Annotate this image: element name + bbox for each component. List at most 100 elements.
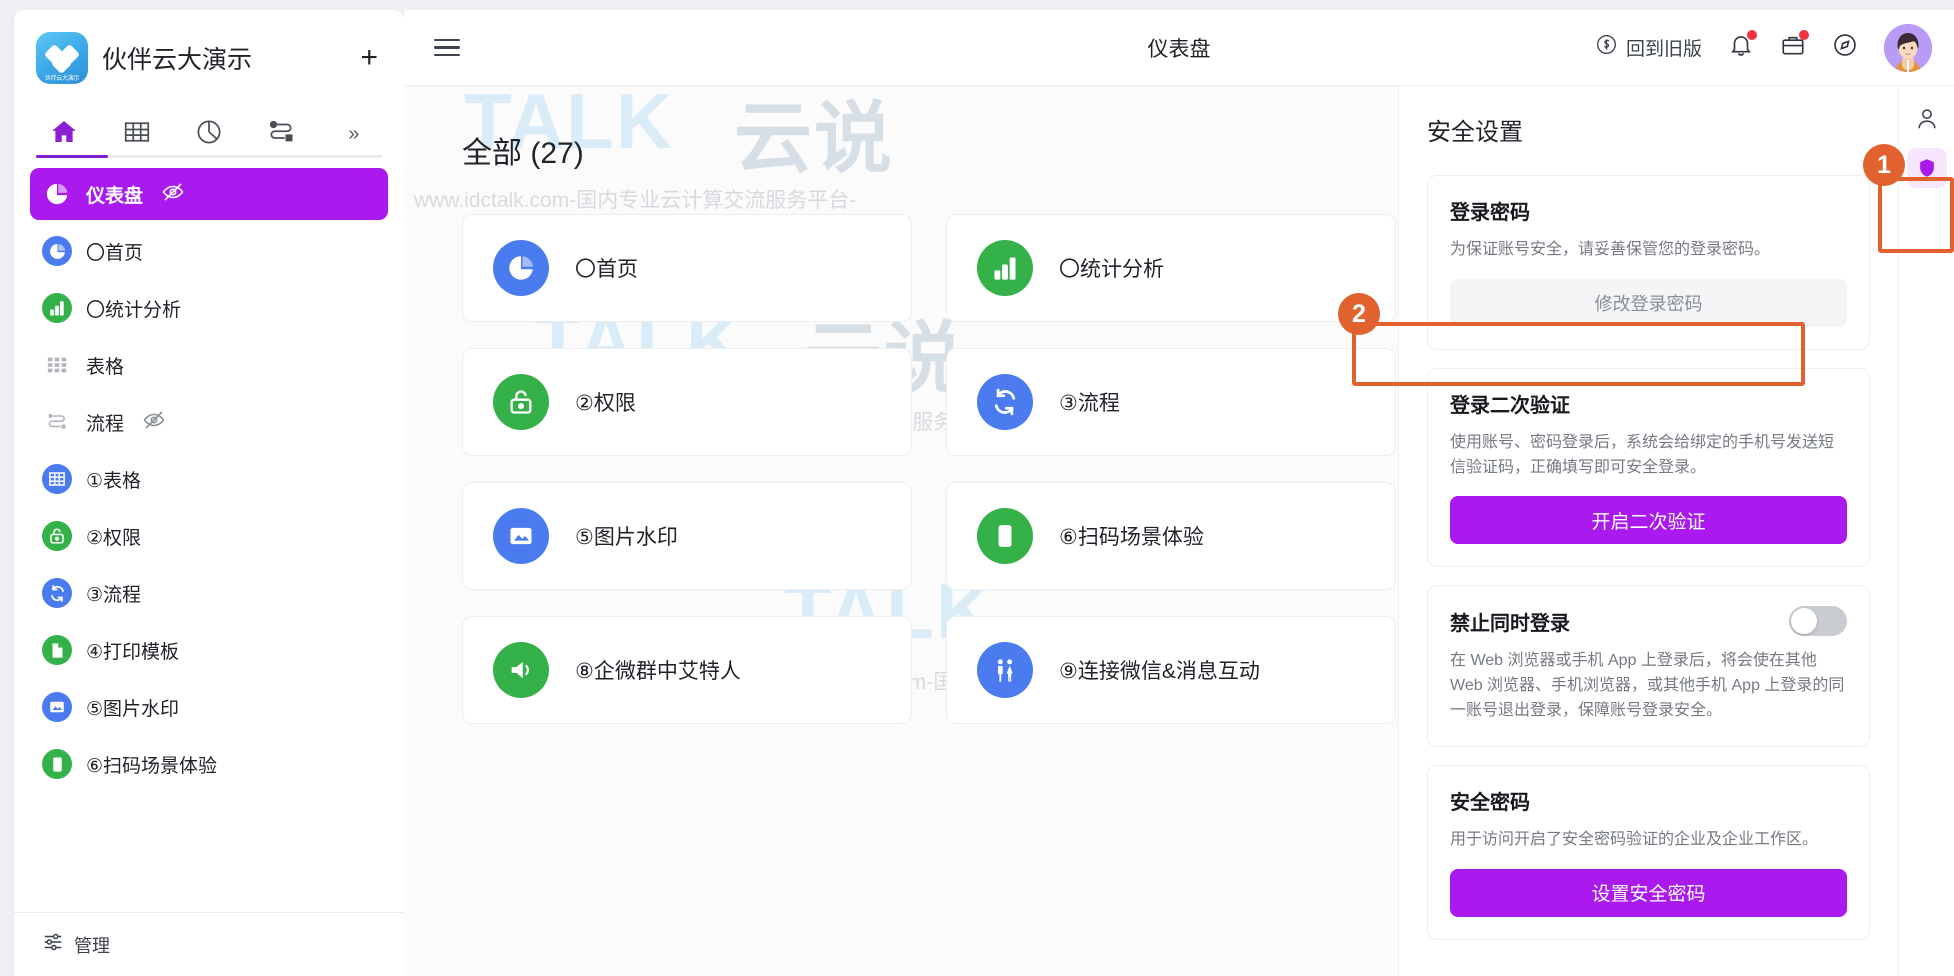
enable-two-factor-button[interactable]: 开启二次验证 (1450, 496, 1847, 545)
file-icon (42, 635, 72, 665)
bar-chart-icon (42, 293, 72, 323)
sidebar-item-table-1[interactable]: ①表格 (30, 453, 388, 505)
refresh-icon (977, 374, 1033, 430)
eye-off-icon (142, 408, 166, 437)
flow-tab[interactable] (245, 110, 317, 158)
workspace-logo-caption: 伙伴云大演示 (44, 76, 80, 82)
app-card-label: ⑨连接微信&消息互动 (1059, 660, 1260, 683)
pie-chart-icon (42, 179, 72, 209)
speaker-icon (493, 642, 549, 698)
sidebar-item-label: ⑥扫码场景体验 (86, 755, 218, 777)
security-card-title: 登录二次验证 (1450, 394, 1570, 417)
security-panel-title: 安全设置 (1427, 119, 1523, 146)
revert-icon (1595, 33, 1618, 62)
compass-icon (1832, 32, 1858, 63)
home-tab[interactable] (28, 110, 100, 158)
pie-chart-icon (42, 236, 72, 266)
sidebar-item-table-group[interactable]: 表格 (30, 339, 388, 391)
user-avatar[interactable] (1884, 23, 1932, 72)
hamburger-icon[interactable] (434, 34, 460, 62)
sidebar-tabs: » (14, 100, 404, 158)
workspace-header: 伙伴云大演示 伙伴云大演示 + (14, 10, 404, 100)
lock-icon (42, 521, 72, 551)
dashboard-tab[interactable] (173, 110, 245, 158)
app-card[interactable]: ⑤图片水印 (462, 482, 912, 590)
app-card-label: 〇首页 (575, 258, 638, 281)
grid-icon (122, 117, 152, 152)
security-card-desc: 用于访问开启了安全密码验证的企业及企业工作区。 (1450, 830, 1819, 848)
security-card-desc: 使用账号、密码登录后，系统会给绑定的手机号发送短信验证码，正确填写即可安全登录。 (1450, 433, 1835, 476)
sidebar-manage-button[interactable]: 管理 (14, 912, 404, 976)
bar-chart-icon (977, 240, 1033, 296)
app-card-label: ⑥扫码场景体验 (1059, 526, 1204, 549)
table-icon (42, 464, 72, 494)
back-to-old-version-button[interactable]: 回到旧版 (1595, 33, 1702, 62)
block-concurrent-login-toggle[interactable] (1789, 606, 1847, 637)
sidebar-item-flow-3[interactable]: ③流程 (30, 567, 388, 619)
apps-content: TALK 云说 www.idctalk.com-国内专业云计算交流服务平台- T… (404, 86, 1454, 976)
notifications-button[interactable] (1728, 30, 1757, 63)
sidebar-item-permission-2[interactable]: ②权限 (30, 510, 388, 562)
sidebar-item-label: 仪表盘 (86, 185, 144, 207)
sidebar-item-print-template-4[interactable]: ④打印模板 (30, 624, 388, 676)
more-tab[interactable]: » (318, 110, 390, 158)
sidebar-item-statistics[interactable]: 〇统计分析 (30, 282, 388, 334)
left-sidebar: 伙伴云大演示 伙伴云大演示 + » 仪表盘 〇首页 〇统计分析 表格 流程 ①表… (14, 10, 404, 976)
app-card-label: 〇统计分析 (1059, 258, 1164, 281)
change-login-password-button[interactable]: 修改登录密码 (1450, 278, 1847, 327)
sidebar-item-label: 流程 (86, 413, 125, 435)
app-card[interactable]: ②权限 (462, 348, 912, 456)
sidebar-item-label: 〇统计分析 (86, 299, 182, 321)
security-card-desc: 在 Web 浏览器或手机 App 上登录后，将会使在其他 Web 浏览器、手机浏… (1450, 652, 1845, 719)
sidebar-item-label: ④打印模板 (86, 641, 180, 663)
app-card-label: ③流程 (1059, 392, 1120, 415)
security-card-block-concurrent-login: 禁止同时登录 在 Web 浏览器或手机 App 上登录后，将会使在其他 Web … (1427, 585, 1870, 747)
app-card-label: ⑧企微群中艾特人 (575, 660, 741, 683)
notification-badge (1747, 30, 1757, 40)
app-card-label: ②权限 (575, 392, 636, 415)
flow-icon (266, 117, 296, 152)
person-icon[interactable] (1914, 106, 1940, 132)
set-secure-password-button[interactable]: 设置安全密码 (1450, 868, 1847, 917)
workbench-badge (1799, 30, 1809, 40)
app-card-label: ⑤图片水印 (575, 526, 678, 549)
app-card[interactable]: 〇统计分析 (946, 214, 1396, 322)
security-settings-panel: 安全设置 登录密码 为保证账号安全，请妥善保管您的登录密码。 修改登录密码 登录… (1398, 86, 1898, 976)
security-card-title: 登录密码 (1450, 202, 1530, 224)
mobile-icon (42, 749, 72, 779)
right-icon-rail (1898, 86, 1954, 976)
security-card-two-factor: 登录二次验证 使用账号、密码登录后，系统会给绑定的手机号发送短信验证码，正确填写… (1427, 367, 1870, 568)
app-card[interactable]: ⑧企微群中艾特人 (462, 616, 912, 724)
security-card-header: 禁止同时登录 (1450, 606, 1847, 637)
people-icon (977, 642, 1033, 698)
pie-chart-icon (194, 117, 224, 152)
app-card[interactable]: 〇首页 (462, 214, 912, 322)
sidebar-item-homepage[interactable]: 〇首页 (30, 225, 388, 277)
toggle-knob (1791, 608, 1817, 635)
lock-icon (493, 374, 549, 430)
body-wrap: TALK 云说 www.idctalk.com-国内专业云计算交流服务平台- T… (404, 86, 1954, 976)
security-card-desc: 为保证账号安全，请妥善保管您的登录密码。 (1450, 241, 1771, 258)
app-card[interactable]: ③流程 (946, 348, 1396, 456)
grid-dots-icon (42, 350, 72, 380)
table-tab[interactable] (100, 110, 172, 158)
sidebar-nav-list: 仪表盘 〇首页 〇统计分析 表格 流程 ①表格 ②权限 ③流程 ④打印模板 ⑤图… (14, 158, 404, 912)
sidebar-item-label: 表格 (86, 356, 125, 378)
sidebar-item-label: ②权限 (86, 527, 142, 549)
sidebar-item-flow-group[interactable]: 流程 (30, 396, 388, 448)
app-card[interactable]: ⑨连接微信&消息互动 (946, 616, 1396, 724)
add-app-button[interactable]: + (354, 43, 384, 73)
all-apps-title: 全部 (27) (462, 137, 584, 170)
explore-button[interactable] (1832, 32, 1858, 63)
chevron-double-right-icon: » (348, 122, 360, 145)
workbench-button[interactable] (1780, 30, 1809, 63)
app-card[interactable]: ⑥扫码场景体验 (946, 482, 1396, 590)
eye-off-icon (161, 180, 185, 209)
sidebar-item-scan-scene-6[interactable]: ⑥扫码场景体验 (30, 738, 388, 790)
home-icon (49, 117, 79, 152)
main-region: 仪表盘 回到旧版 TALK 云说 www.idctalk.com-国内专业云计算… (404, 10, 1954, 976)
sidebar-item-image-watermark-5[interactable]: ⑤图片水印 (30, 681, 388, 733)
security-card-secure-password: 安全密码 用于访问开启了安全密码验证的企业及企业工作区。 设置安全密码 (1427, 764, 1870, 940)
sidebar-item-dashboard[interactable]: 仪表盘 (30, 168, 388, 220)
shield-icon[interactable] (1906, 148, 1947, 188)
